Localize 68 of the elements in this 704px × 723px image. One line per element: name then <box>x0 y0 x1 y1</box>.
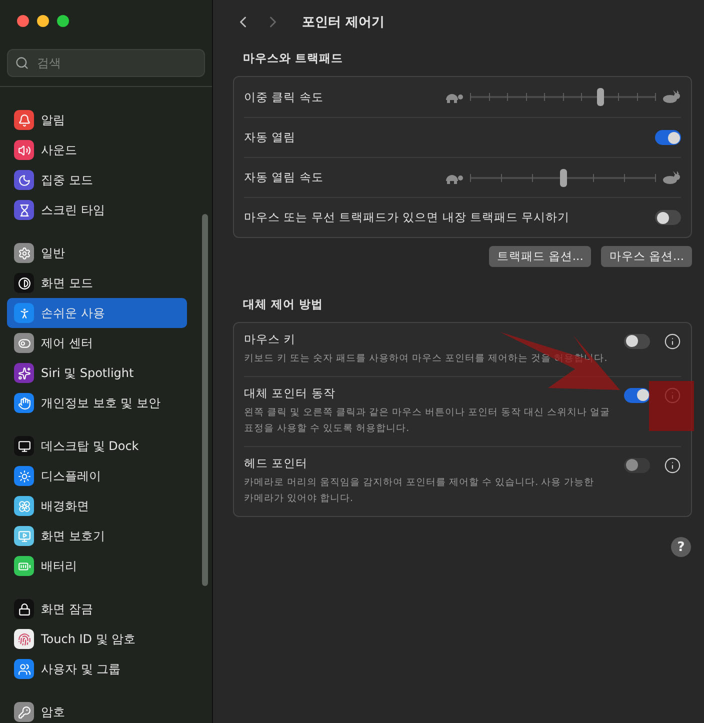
toggle-switch[interactable] <box>655 210 681 225</box>
options-button[interactable]: 마우스 옵션... <box>601 246 692 267</box>
search-field[interactable]: 검색 <box>7 49 205 77</box>
scrollbar[interactable] <box>202 214 208 586</box>
sidebar-item[interactable]: 일반 <box>7 238 187 268</box>
options-button[interactable]: 트랙패드 옵션... <box>488 246 592 267</box>
monitor-icon <box>14 436 34 456</box>
people-icon <box>14 659 34 679</box>
speed-slider[interactable] <box>470 91 655 103</box>
sparkle-orb-icon <box>14 363 34 383</box>
sidebar-item[interactable]: Siri 및 Spotlight <box>7 358 187 388</box>
hand-icon <box>14 393 34 413</box>
help-button[interactable]: ? <box>671 537 691 557</box>
window-title: 포인터 제어기 <box>302 14 385 31</box>
person-icon <box>14 303 34 323</box>
fingerprint-icon <box>14 629 34 649</box>
sidebar-item[interactable]: 암호 <box>7 697 187 723</box>
setting-label: 자동 열림 <box>244 130 296 145</box>
setting-label: 마우스 키 <box>244 332 297 347</box>
setting-label: 이중 클릭 속도 <box>244 90 324 104</box>
setting-description: 카메라로 머리의 움직임을 감지하여 포인터를 제어할 수 있습니다. 사용 가능한 카메라가 있어야 합니다. <box>244 476 596 506</box>
setting-label: 자동 열림 속도 <box>244 170 324 185</box>
setting-description: 왼쪽 클릭 및 오른쪽 클릭과 같은 마우스 버튼이나 포인터 동작 대신 스위치나 얼굴 표정을 사용할 수 있도록 허용합니다. <box>244 406 612 436</box>
lock-icon <box>14 599 34 619</box>
sun-icon <box>14 466 34 486</box>
sidebar-item[interactable]: 개인정보 보호 및 보안 <box>7 388 187 418</box>
setting-label: 대체 포인터 동작 <box>244 386 336 401</box>
toggle-switch[interactable] <box>624 388 650 402</box>
sidebar-item[interactable]: 배경화면 <box>7 491 187 521</box>
section-heading: 마우스와 트랙패드 <box>242 50 344 67</box>
close-button[interactable] <box>17 15 29 27</box>
battery-icon <box>14 556 34 576</box>
speaker-icon <box>14 140 34 160</box>
key-icon <box>14 702 34 722</box>
moon-icon <box>14 170 34 190</box>
zoom-button[interactable] <box>57 15 69 27</box>
sidebar-item[interactable]: 스크린 타임 <box>7 195 187 225</box>
sidebar-item[interactable]: 데스크탑 및 Dock <box>7 431 187 461</box>
info-icon[interactable] <box>664 456 681 474</box>
toggle-switch[interactable] <box>655 130 681 145</box>
sidebar-item[interactable]: 집중 모드 <box>7 165 187 195</box>
sidebar-item[interactable]: 알림 <box>7 105 187 135</box>
sidebar-item[interactable]: 화면 보호기 <box>7 521 187 551</box>
gear-icon <box>14 243 34 263</box>
setting-label: 헤드 포인터 <box>244 456 309 471</box>
hourglass-icon <box>14 200 34 220</box>
sidebar-item[interactable]: 배터리 <box>7 551 187 581</box>
sidebar-item[interactable]: 손쉬운 사용 <box>7 298 187 328</box>
switches-icon <box>14 333 34 353</box>
sidebar-item[interactable]: 제어 센터 <box>7 328 187 358</box>
turtle-icon <box>444 91 464 103</box>
sidebar-item[interactable]: Touch ID 및 암호 <box>7 624 187 654</box>
setting-label: 마우스 또는 무선 트랙패드가 있으면 내장 트랙패드 무시하기 <box>244 210 570 225</box>
screen-icon <box>14 526 34 546</box>
sidebar-item[interactable]: 화면 모드 <box>7 268 187 298</box>
section-heading: 대체 제어 방법 <box>242 296 324 313</box>
highlight-box <box>649 381 694 431</box>
info-icon[interactable] <box>664 332 681 350</box>
sidebar-item[interactable]: 화면 잠금 <box>7 594 187 624</box>
search-icon <box>15 56 29 70</box>
bell-icon <box>14 110 34 130</box>
flower-icon <box>14 496 34 516</box>
sidebar-item[interactable]: 디스플레이 <box>7 461 187 491</box>
sidebar-item[interactable]: 사용자 및 그룹 <box>7 654 187 684</box>
search-field[interactable]: 검색 <box>35 55 185 71</box>
sidebar-item[interactable]: 사운드 <box>7 135 187 165</box>
toggle-switch[interactable] <box>624 334 650 348</box>
minimize-button[interactable] <box>37 15 49 27</box>
